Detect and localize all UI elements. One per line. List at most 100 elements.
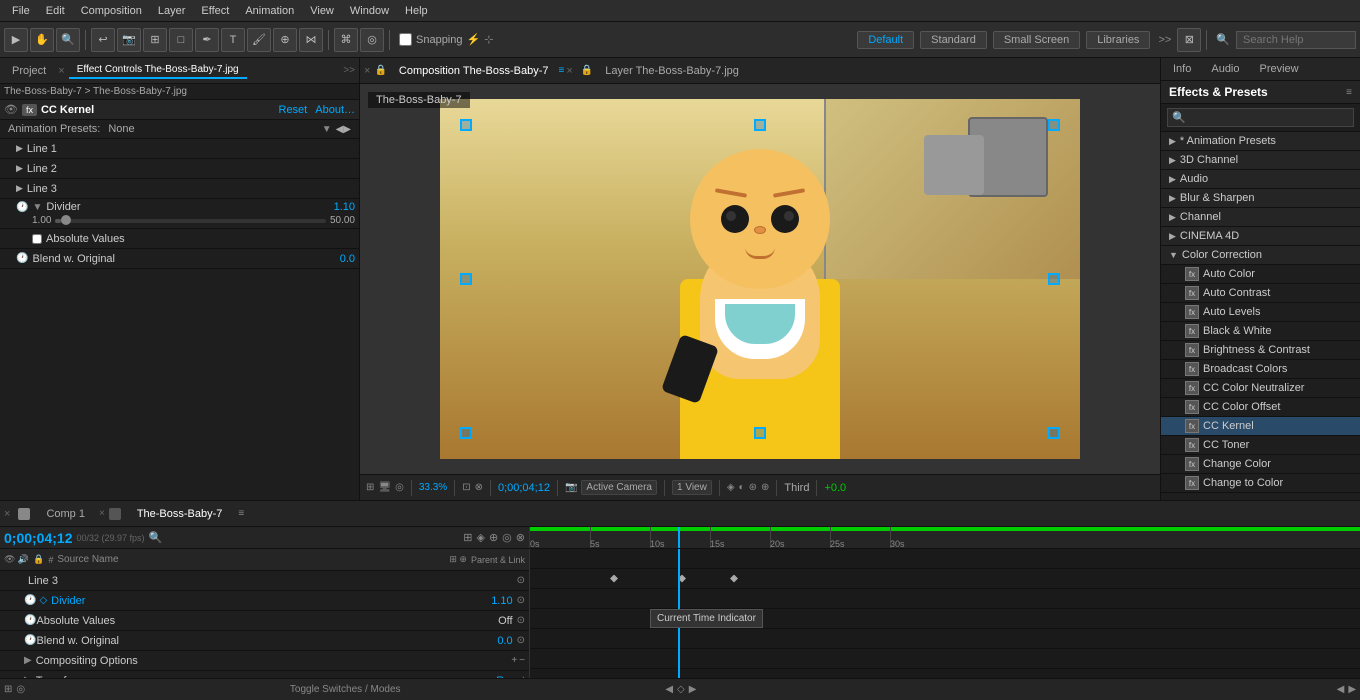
effect-visibility-icon[interactable]: 👁 xyxy=(4,103,18,116)
effect-about-btn[interactable]: About… xyxy=(315,104,355,116)
effect-auto-color[interactable]: fx Auto Color xyxy=(1161,265,1360,284)
tool-paint[interactable]: 🖌 xyxy=(247,28,271,52)
effect-cc-kernel[interactable]: fx CC Kernel xyxy=(1161,417,1360,436)
tl-divider-stopwatch-icon[interactable]: 🕐 xyxy=(24,595,36,606)
selection-handle-bc[interactable] xyxy=(754,427,766,439)
divider-expand[interactable]: ▼ xyxy=(32,202,42,213)
menu-layer[interactable]: Layer xyxy=(150,3,194,19)
presets-dropdown-icon[interactable]: ▼ xyxy=(322,124,332,135)
tl-playhead[interactable] xyxy=(678,527,680,548)
tl-options-icon[interactable]: ≡ xyxy=(238,508,244,519)
menu-view[interactable]: View xyxy=(302,3,342,19)
blend-value[interactable]: 0.0 xyxy=(340,253,355,265)
tl-tab-close-comp1[interactable]: × xyxy=(4,508,10,520)
tool-text[interactable]: T xyxy=(221,28,245,52)
viewer-tab-composition[interactable]: Composition The-Boss-Baby-7 xyxy=(391,63,557,79)
menu-composition[interactable]: Composition xyxy=(73,3,150,19)
tl-toggle-switches-label[interactable]: Toggle Switches / Modes xyxy=(290,684,401,695)
menu-animation[interactable]: Animation xyxy=(237,3,302,19)
tl-footer-scroll-left[interactable]: ◀ xyxy=(1337,684,1345,695)
tool-clone[interactable]: ⊕ xyxy=(273,28,297,52)
workspace-standard[interactable]: Standard xyxy=(920,31,987,49)
tool-undo[interactable]: ↩ xyxy=(91,28,115,52)
tab-effect-controls[interactable]: Effect Controls The-Boss-Baby-7.jpg xyxy=(69,62,247,79)
category-cinema4d[interactable]: ▶ CINEMA 4D xyxy=(1161,227,1360,246)
tl-ctrl-btn2[interactable]: ◈ xyxy=(476,531,484,544)
tool-select[interactable]: ▶ xyxy=(4,28,28,52)
selection-handle-tr[interactable] xyxy=(1048,119,1060,131)
effect-change-to-color[interactable]: fx Change to Color xyxy=(1161,474,1360,493)
viewer-grid-icon[interactable]: ⊞ xyxy=(366,482,374,493)
tl-current-time[interactable]: 0;00;04;12 xyxy=(4,530,73,546)
effects-presets-menu-icon[interactable]: ≡ xyxy=(1346,87,1352,98)
tl-footer-diamond[interactable]: ◇ xyxy=(677,684,685,695)
blend-stopwatch-icon[interactable]: 🕐 xyxy=(16,253,28,264)
tool-grid[interactable]: ⊞ xyxy=(143,28,167,52)
tl-divider-bezier-icon[interactable]: ◇ xyxy=(39,595,47,606)
effect-cc-toner[interactable]: fx CC Toner xyxy=(1161,436,1360,455)
category-blur-sharpen[interactable]: ▶ Blur & Sharpen xyxy=(1161,189,1360,208)
tl-search-icon[interactable]: 🔍 xyxy=(149,531,163,544)
selection-handle-lc[interactable] xyxy=(460,273,472,285)
tool-camera[interactable]: 📷 xyxy=(117,28,141,52)
tl-layer-divider-value[interactable]: 1.10 xyxy=(491,595,512,607)
viewer-time-label[interactable]: 0;00;04;12 xyxy=(498,482,550,494)
tl-layer-blend-value[interactable]: 0.0 xyxy=(497,635,512,647)
effect-broadcast-colors[interactable]: fx Broadcast Colors xyxy=(1161,360,1360,379)
menu-effect[interactable]: Effect xyxy=(193,3,237,19)
viewer-zoom-label[interactable]: 33.3% xyxy=(419,482,447,493)
effect-cc-color-neutralizer[interactable]: fx CC Color Neutralizer xyxy=(1161,379,1360,398)
viewer-monitor-icon[interactable]: 🖥 xyxy=(378,482,391,493)
divider-value[interactable]: 1.10 xyxy=(334,201,355,213)
tab-audio[interactable]: Audio xyxy=(1203,60,1247,78)
tool-pen[interactable]: ✒ xyxy=(195,28,219,52)
tl-keyframe-1[interactable] xyxy=(610,575,618,583)
workspace-overflow-icon[interactable]: >> xyxy=(1158,34,1171,46)
category-animation-presets[interactable]: ▶ * Animation Presets xyxy=(1161,132,1360,151)
viewer-fit-icon[interactable]: ⊡ xyxy=(462,482,470,493)
effect-auto-levels[interactable]: fx Auto Levels xyxy=(1161,303,1360,322)
category-color-correction[interactable]: ▼ Color Correction xyxy=(1161,246,1360,265)
selection-handle-tl[interactable] xyxy=(460,119,472,131)
selection-handle-br[interactable] xyxy=(1048,427,1060,439)
slider-thumb[interactable] xyxy=(61,215,71,225)
tool-box[interactable]: □ xyxy=(169,28,193,52)
tl-ctrl-btn1[interactable]: ⊞ xyxy=(463,531,472,544)
viewer-render-label[interactable]: Third xyxy=(784,482,809,494)
tool-stroke[interactable]: ◎ xyxy=(360,28,384,52)
viewer-preview-icon[interactable]: ◎ xyxy=(395,482,404,493)
tl-tab-close-boss[interactable]: × xyxy=(99,508,105,519)
selection-handle-bl[interactable] xyxy=(460,427,472,439)
tl-compositing-add-btn[interactable]: + xyxy=(511,655,517,666)
effect-brightness-contrast[interactable]: fx Brightness & Contrast xyxy=(1161,341,1360,360)
tool-hand[interactable]: ✋ xyxy=(30,28,54,52)
workspace-libraries[interactable]: Libraries xyxy=(1086,31,1150,49)
category-audio[interactable]: ▶ Audio xyxy=(1161,170,1360,189)
tl-tab-boss[interactable]: The-Boss-Baby-7 xyxy=(129,506,231,522)
prop-line1-expand[interactable]: ▶ xyxy=(16,143,23,154)
search-input[interactable] xyxy=(1236,31,1356,49)
category-3d-channel[interactable]: ▶ 3D Channel xyxy=(1161,151,1360,170)
effect-change-color[interactable]: fx Change Color xyxy=(1161,455,1360,474)
workspace-small-screen[interactable]: Small Screen xyxy=(993,31,1080,49)
tool-feather[interactable]: ⌘ xyxy=(334,28,358,52)
snapping-checkbox[interactable] xyxy=(399,33,412,46)
viewer-tab-layer[interactable]: Layer The-Boss-Baby-7.jpg xyxy=(597,63,747,79)
tab-project[interactable]: Project xyxy=(4,63,54,79)
tl-compositing-remove-btn[interactable]: − xyxy=(519,655,525,666)
slider-track[interactable] xyxy=(55,219,326,223)
effect-auto-contrast[interactable]: fx Auto Contrast xyxy=(1161,284,1360,303)
menu-file[interactable]: File xyxy=(4,3,38,19)
tl-blend-stopwatch-icon[interactable]: 🕐 xyxy=(24,635,36,646)
tool-puppet[interactable]: ⋈ xyxy=(299,28,323,52)
workspace-default[interactable]: Default xyxy=(857,31,914,49)
tab-preview[interactable]: Preview xyxy=(1252,60,1307,78)
tl-footer-nav-left[interactable]: ◀ xyxy=(665,684,673,695)
menu-edit[interactable]: Edit xyxy=(38,3,73,19)
tl-footer-btn-1[interactable]: ⊞ xyxy=(4,684,12,695)
selection-handle-rc[interactable] xyxy=(1048,273,1060,285)
absolute-values-checkbox[interactable] xyxy=(32,234,42,244)
viewer-snap-icon[interactable]: ⊗ xyxy=(475,482,483,493)
effect-cc-color-offset[interactable]: fx CC Color Offset xyxy=(1161,398,1360,417)
tl-footer-nav-right[interactable]: ▶ xyxy=(689,684,697,695)
